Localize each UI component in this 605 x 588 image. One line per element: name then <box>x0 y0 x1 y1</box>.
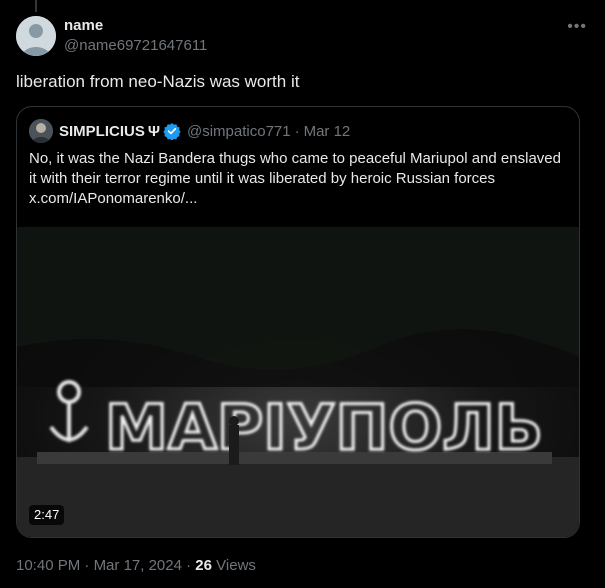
quoted-tweet-body: No, it was the Nazi Bandera thugs who ca… <box>29 150 561 187</box>
author-block: name @name69721647611 <box>64 16 207 56</box>
quoted-author-handle[interactable]: @simpatico771 <box>187 123 291 140</box>
video-player[interactable]: МАРІУПОЛЬ 2:47 <box>17 227 579 537</box>
author-handle[interactable]: @name69721647611 <box>64 36 207 56</box>
more-horizontal-icon: ••• <box>567 18 587 35</box>
separator-dot: · <box>186 557 192 574</box>
quoted-tweet-link[interactable]: x.com/IAPonomarenko/... <box>29 190 197 207</box>
quoted-tweet-date[interactable]: Mar 12 <box>304 123 351 140</box>
video-duration-badge: 2:47 <box>29 505 65 525</box>
thread-connector-line <box>35 0 37 12</box>
quoted-author-name[interactable]: SIMPLICIUS <box>59 123 145 140</box>
quoted-tweet-header: SIMPLICIUS Ψ @simpatico771 · Mar 12 <box>29 119 350 143</box>
views-count: 26 <box>195 557 212 574</box>
views-label: Views <box>216 557 256 574</box>
tweet-date[interactable]: Mar 17, 2024 <box>94 557 182 574</box>
quoted-author-avatar[interactable] <box>29 119 53 143</box>
separator-dot: · <box>84 557 90 574</box>
quoted-tweet-text: No, it was the Nazi Bandera thugs who ca… <box>29 149 569 209</box>
tweet-text: liberation from neo-Nazis was worth it <box>16 72 300 91</box>
author-name[interactable]: name <box>64 16 207 36</box>
portrait-avatar-icon <box>29 119 53 143</box>
tweet-time[interactable]: 10:40 PM <box>16 557 80 574</box>
quoted-tweet-card[interactable]: SIMPLICIUS Ψ @simpatico771 · Mar 12 No, … <box>16 106 580 538</box>
separator-dot: · <box>294 122 300 140</box>
more-options-button[interactable]: ••• <box>567 18 587 36</box>
video-thumbnail: МАРІУПОЛЬ <box>17 227 579 537</box>
verified-badge-icon <box>163 123 181 140</box>
tweet-metadata: 10:40 PM · Mar 17, 2024 · 26 Views <box>16 557 256 574</box>
quoted-author-name-suffix: Ψ <box>147 122 160 140</box>
author-avatar[interactable] <box>16 16 56 56</box>
default-avatar-icon <box>16 16 56 56</box>
sign-text: МАРІУПОЛЬ <box>105 391 543 464</box>
